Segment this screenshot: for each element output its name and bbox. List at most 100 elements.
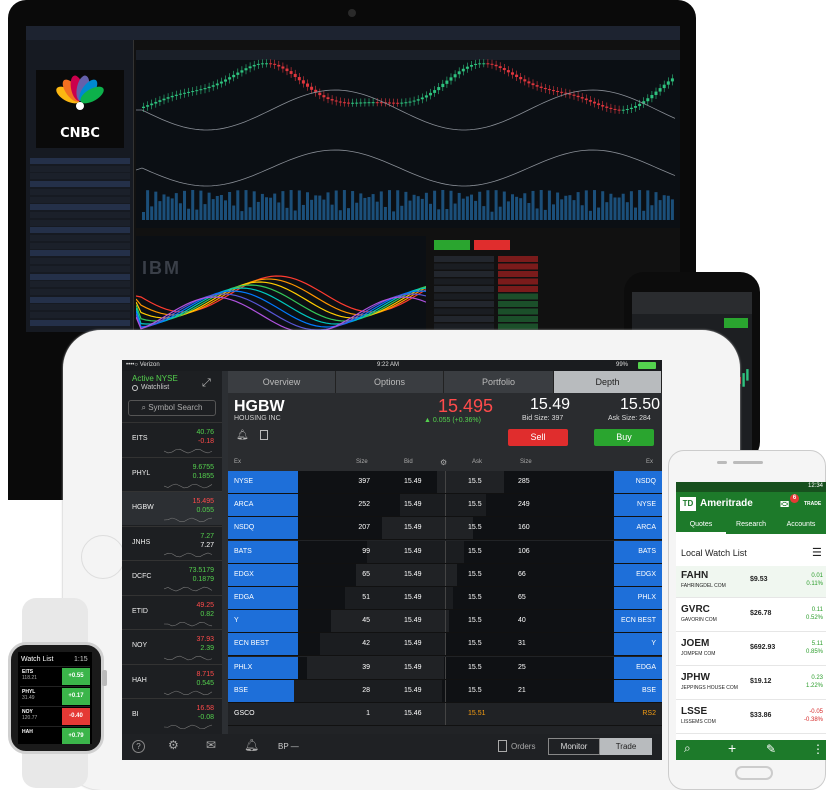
desktop-watchlist-row[interactable] <box>30 312 130 318</box>
desktop-price-chart[interactable] <box>136 50 680 228</box>
home-button[interactable] <box>81 535 125 579</box>
ask-size: 40 <box>518 617 526 625</box>
ask-exchange: BATS <box>638 547 656 555</box>
watchlist-item[interactable]: DCFC 73.5179 0.1879 <box>122 560 222 594</box>
trade-toggle[interactable]: Trade <box>600 738 652 755</box>
monitor-toggle[interactable]: Monitor <box>548 738 600 755</box>
column-divider <box>445 471 446 493</box>
desktop-watchlist-row[interactable] <box>30 235 130 241</box>
desktop-watchlist-row[interactable] <box>30 196 130 203</box>
desktop-watchlist-row[interactable] <box>30 319 130 326</box>
watchlist-symbol: DCFC <box>132 573 152 580</box>
add-icon[interactable]: + <box>728 740 736 756</box>
battery-icon <box>638 362 656 369</box>
alert-bell-icon[interactable]: 🔔︎ <box>236 430 249 441</box>
tab-overview[interactable]: Overview <box>228 371 336 393</box>
desktop-watchlist-row[interactable] <box>30 165 130 172</box>
watchlist-item[interactable]: BI 16.58 -0.08 <box>122 698 222 732</box>
settings-gear-icon[interactable]: ⚙ <box>440 458 447 467</box>
quote-price: $9.53 <box>750 576 768 583</box>
desktop-watchlist-row[interactable] <box>30 258 130 265</box>
watch-crown[interactable] <box>102 670 107 686</box>
help-icon[interactable]: ? <box>132 740 145 753</box>
desktop-watchlist-row[interactable] <box>30 242 130 249</box>
depth-row[interactable]: EDGA 51 15.49 15.5 65 PHLX <box>228 587 662 610</box>
android-home-button[interactable] <box>735 766 773 780</box>
depth-row[interactable]: ARCA 252 15.49 15.5 249 NYSE <box>228 494 662 518</box>
cnbc-video[interactable]: CNBC <box>36 70 124 148</box>
tab-portfolio[interactable]: Portfolio <box>444 371 554 393</box>
symbol-search-input[interactable]: ⌕ Symbol Search <box>128 400 216 416</box>
tab-research[interactable]: Research <box>726 516 776 534</box>
bid-exchange: EDGA <box>234 594 254 601</box>
desktop-watchlist-row[interactable] <box>30 188 130 195</box>
watchlist-item[interactable]: EITS 40.76 -0.18 <box>122 422 222 456</box>
tab-depth[interactable]: Depth <box>554 371 662 393</box>
quote-row[interactable]: JOEM JOMPEM COM $692.93 5.11 0.85% <box>676 634 826 666</box>
tab-accounts[interactable]: Accounts <box>776 516 826 534</box>
watchlist-item[interactable]: ETID 49.25 0.82 <box>122 594 222 629</box>
desktop-watchlist-row[interactable] <box>30 181 130 188</box>
trade-button[interactable]: TRADE <box>804 501 821 507</box>
notification-bell-icon[interactable]: 🔔︎ <box>244 738 259 752</box>
mail-icon[interactable]: ✉ <box>206 738 216 752</box>
tab-options[interactable]: Options <box>336 371 444 393</box>
watchlist-header[interactable]: Active NYSE Watchlist ⤢ <box>122 371 222 396</box>
orders-button[interactable]: Orders <box>511 742 535 751</box>
sell-button[interactable]: Sell <box>508 429 568 446</box>
watch-row[interactable]: PHYL 31.49 +0.17 <box>20 686 90 705</box>
watch-row[interactable]: NOY 120.77 -0.40 <box>20 706 90 725</box>
tab-quotes[interactable]: Quotes <box>676 516 726 534</box>
desktop-watchlist-row[interactable] <box>30 296 130 303</box>
depth-row[interactable]: GSCO 1 15.46 15.51 RS2 <box>228 703 662 726</box>
quote-company: JEPPINGS HOUSE COM <box>681 685 738 691</box>
desktop-watchlist-row[interactable] <box>30 250 130 257</box>
watchlist-item[interactable]: JNHS 7.27 7.27 <box>122 525 222 560</box>
watchlist-item[interactable]: HGBW 15.495 0.055 <box>122 491 222 525</box>
message-icon[interactable]: ✉ <box>780 498 789 511</box>
desktop-watchlist-row[interactable] <box>30 227 130 234</box>
depth-row[interactable]: NSDQ 207 15.49 15.5 160 ARCA <box>228 517 662 541</box>
document-icon[interactable] <box>260 430 268 440</box>
desktop-watchlist-row[interactable] <box>30 173 130 180</box>
watchlist-item[interactable]: HAH 8.715 0.545 <box>122 663 222 698</box>
watchlist-item[interactable]: NOY 37.93 2.39 <box>122 629 222 663</box>
quote-row[interactable]: GVRC GAVORIN COM $26.78 0.11 0.52% <box>676 600 826 632</box>
watchlist-item[interactable]: PHYL 9.6755 0.1855 <box>122 456 222 491</box>
menu-icon[interactable]: ☰ <box>812 546 822 559</box>
desktop-watchlist-row[interactable] <box>30 273 130 280</box>
buy-button[interactable]: Buy <box>594 429 654 446</box>
desktop-watchlist-row[interactable] <box>30 304 130 311</box>
watch-row[interactable]: EITS 118.21 +0.55 <box>20 666 90 685</box>
desktop-watchlist-row[interactable] <box>30 288 130 295</box>
desktop-watchlist-row[interactable] <box>30 211 130 218</box>
expand-icon[interactable]: ⤢ <box>202 377 211 390</box>
depth-row[interactable]: PHLX 39 15.49 15.5 25 EDGA <box>228 656 662 680</box>
depth-row[interactable]: BATS 99 15.49 15.5 106 BATS <box>228 540 662 564</box>
depth-row[interactable]: ECN BEST 42 15.49 15.5 31 Y <box>228 633 662 657</box>
settings-icon[interactable]: ⚙ <box>168 738 179 752</box>
ask-size: 106 <box>518 547 530 555</box>
desktop-watchlist-row[interactable] <box>30 158 130 164</box>
desktop-watchlist-row[interactable] <box>30 204 130 211</box>
quote-row[interactable]: JPHW JEPPINGS HOUSE COM $19.12 0.23 1.22% <box>676 668 826 700</box>
quote-row[interactable]: LSSE LISSEMS COM $33.86 -0.05 -0.38% <box>676 702 826 734</box>
search-icon[interactable]: ⌕ <box>684 741 691 756</box>
watch-row[interactable]: HAH +0.79 <box>20 726 90 744</box>
watchlist-selector[interactable]: Local Watch List ☰ <box>676 544 826 564</box>
edit-icon[interactable]: ✎ <box>766 742 776 756</box>
depth-row[interactable]: BSE 28 15.49 15.5 21 BSE <box>228 679 662 703</box>
bid-price: 15.49 <box>404 617 422 625</box>
overflow-menu-icon[interactable]: ⋮ <box>812 742 824 756</box>
desktop-watchlist-row[interactable] <box>30 219 130 226</box>
watchlist-symbol: JNHS <box>132 538 151 546</box>
ask-exchange: RS2 <box>642 710 656 717</box>
desktop-watchlist-row[interactable] <box>30 281 130 288</box>
depth-row[interactable]: Y 45 15.49 15.5 40 ECN BEST <box>228 610 662 634</box>
android-status-bar: 12:34 <box>676 482 826 492</box>
depth-row[interactable]: EDGX 65 15.49 15.5 66 EDGX <box>228 563 662 587</box>
desktop-watchlist-row[interactable] <box>30 265 130 272</box>
depth-row[interactable]: NYSE 397 15.49 15.5 285 NSDQ <box>228 471 662 494</box>
quote-row[interactable]: FAHN FAHRINGDEL COM $9.53 0.01 0.11% <box>676 566 826 598</box>
desktop-indicator-chart[interactable]: IBM <box>136 236 426 332</box>
